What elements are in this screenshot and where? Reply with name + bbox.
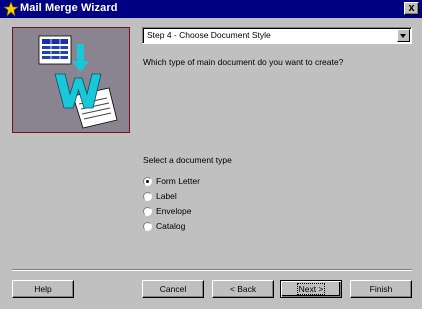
wizard-illustration-panel (12, 27, 130, 133)
cancel-button[interactable]: Cancel (142, 280, 204, 298)
radio-button[interactable] (143, 222, 152, 231)
next-button[interactable]: Next > (280, 280, 342, 298)
finish-button[interactable]: Finish (350, 280, 412, 298)
next-button-label: Next > (296, 283, 326, 295)
radio-button-checked[interactable] (143, 177, 152, 186)
close-icon: x (408, 2, 415, 14)
radio-button[interactable] (143, 192, 152, 201)
radio-label-catalog: Catalog (156, 221, 186, 231)
radio-label-envelope: Envelope (156, 206, 192, 216)
radio-button[interactable] (143, 207, 152, 216)
window-title: Mail Merge Wizard (20, 2, 118, 14)
dropdown-arrow-icon[interactable] (397, 29, 410, 42)
back-button-label: < Back (229, 284, 257, 294)
help-button-label: Help (34, 284, 52, 294)
back-button[interactable]: < Back (212, 280, 274, 298)
wizard-title-icon (3, 1, 19, 17)
finish-button-label: Finish (369, 284, 393, 294)
radio-label-label: Label (156, 191, 177, 201)
question-text: Which type of main document do you want … (143, 57, 344, 67)
title-bar: Mail Merge Wizard x (0, 0, 422, 18)
step-dropdown-value: Step 4 - Choose Document Style (147, 30, 271, 40)
radio-label-form-letter: Form Letter (156, 176, 200, 186)
help-button[interactable]: Help (12, 280, 74, 298)
button-separator (12, 269, 412, 271)
step-dropdown[interactable]: Step 4 - Choose Document Style (142, 27, 412, 44)
document-type-label: Select a document type (143, 155, 232, 165)
mail-merge-illustration (38, 35, 118, 129)
cancel-button-label: Cancel (159, 284, 187, 294)
close-button[interactable]: x (404, 2, 419, 15)
